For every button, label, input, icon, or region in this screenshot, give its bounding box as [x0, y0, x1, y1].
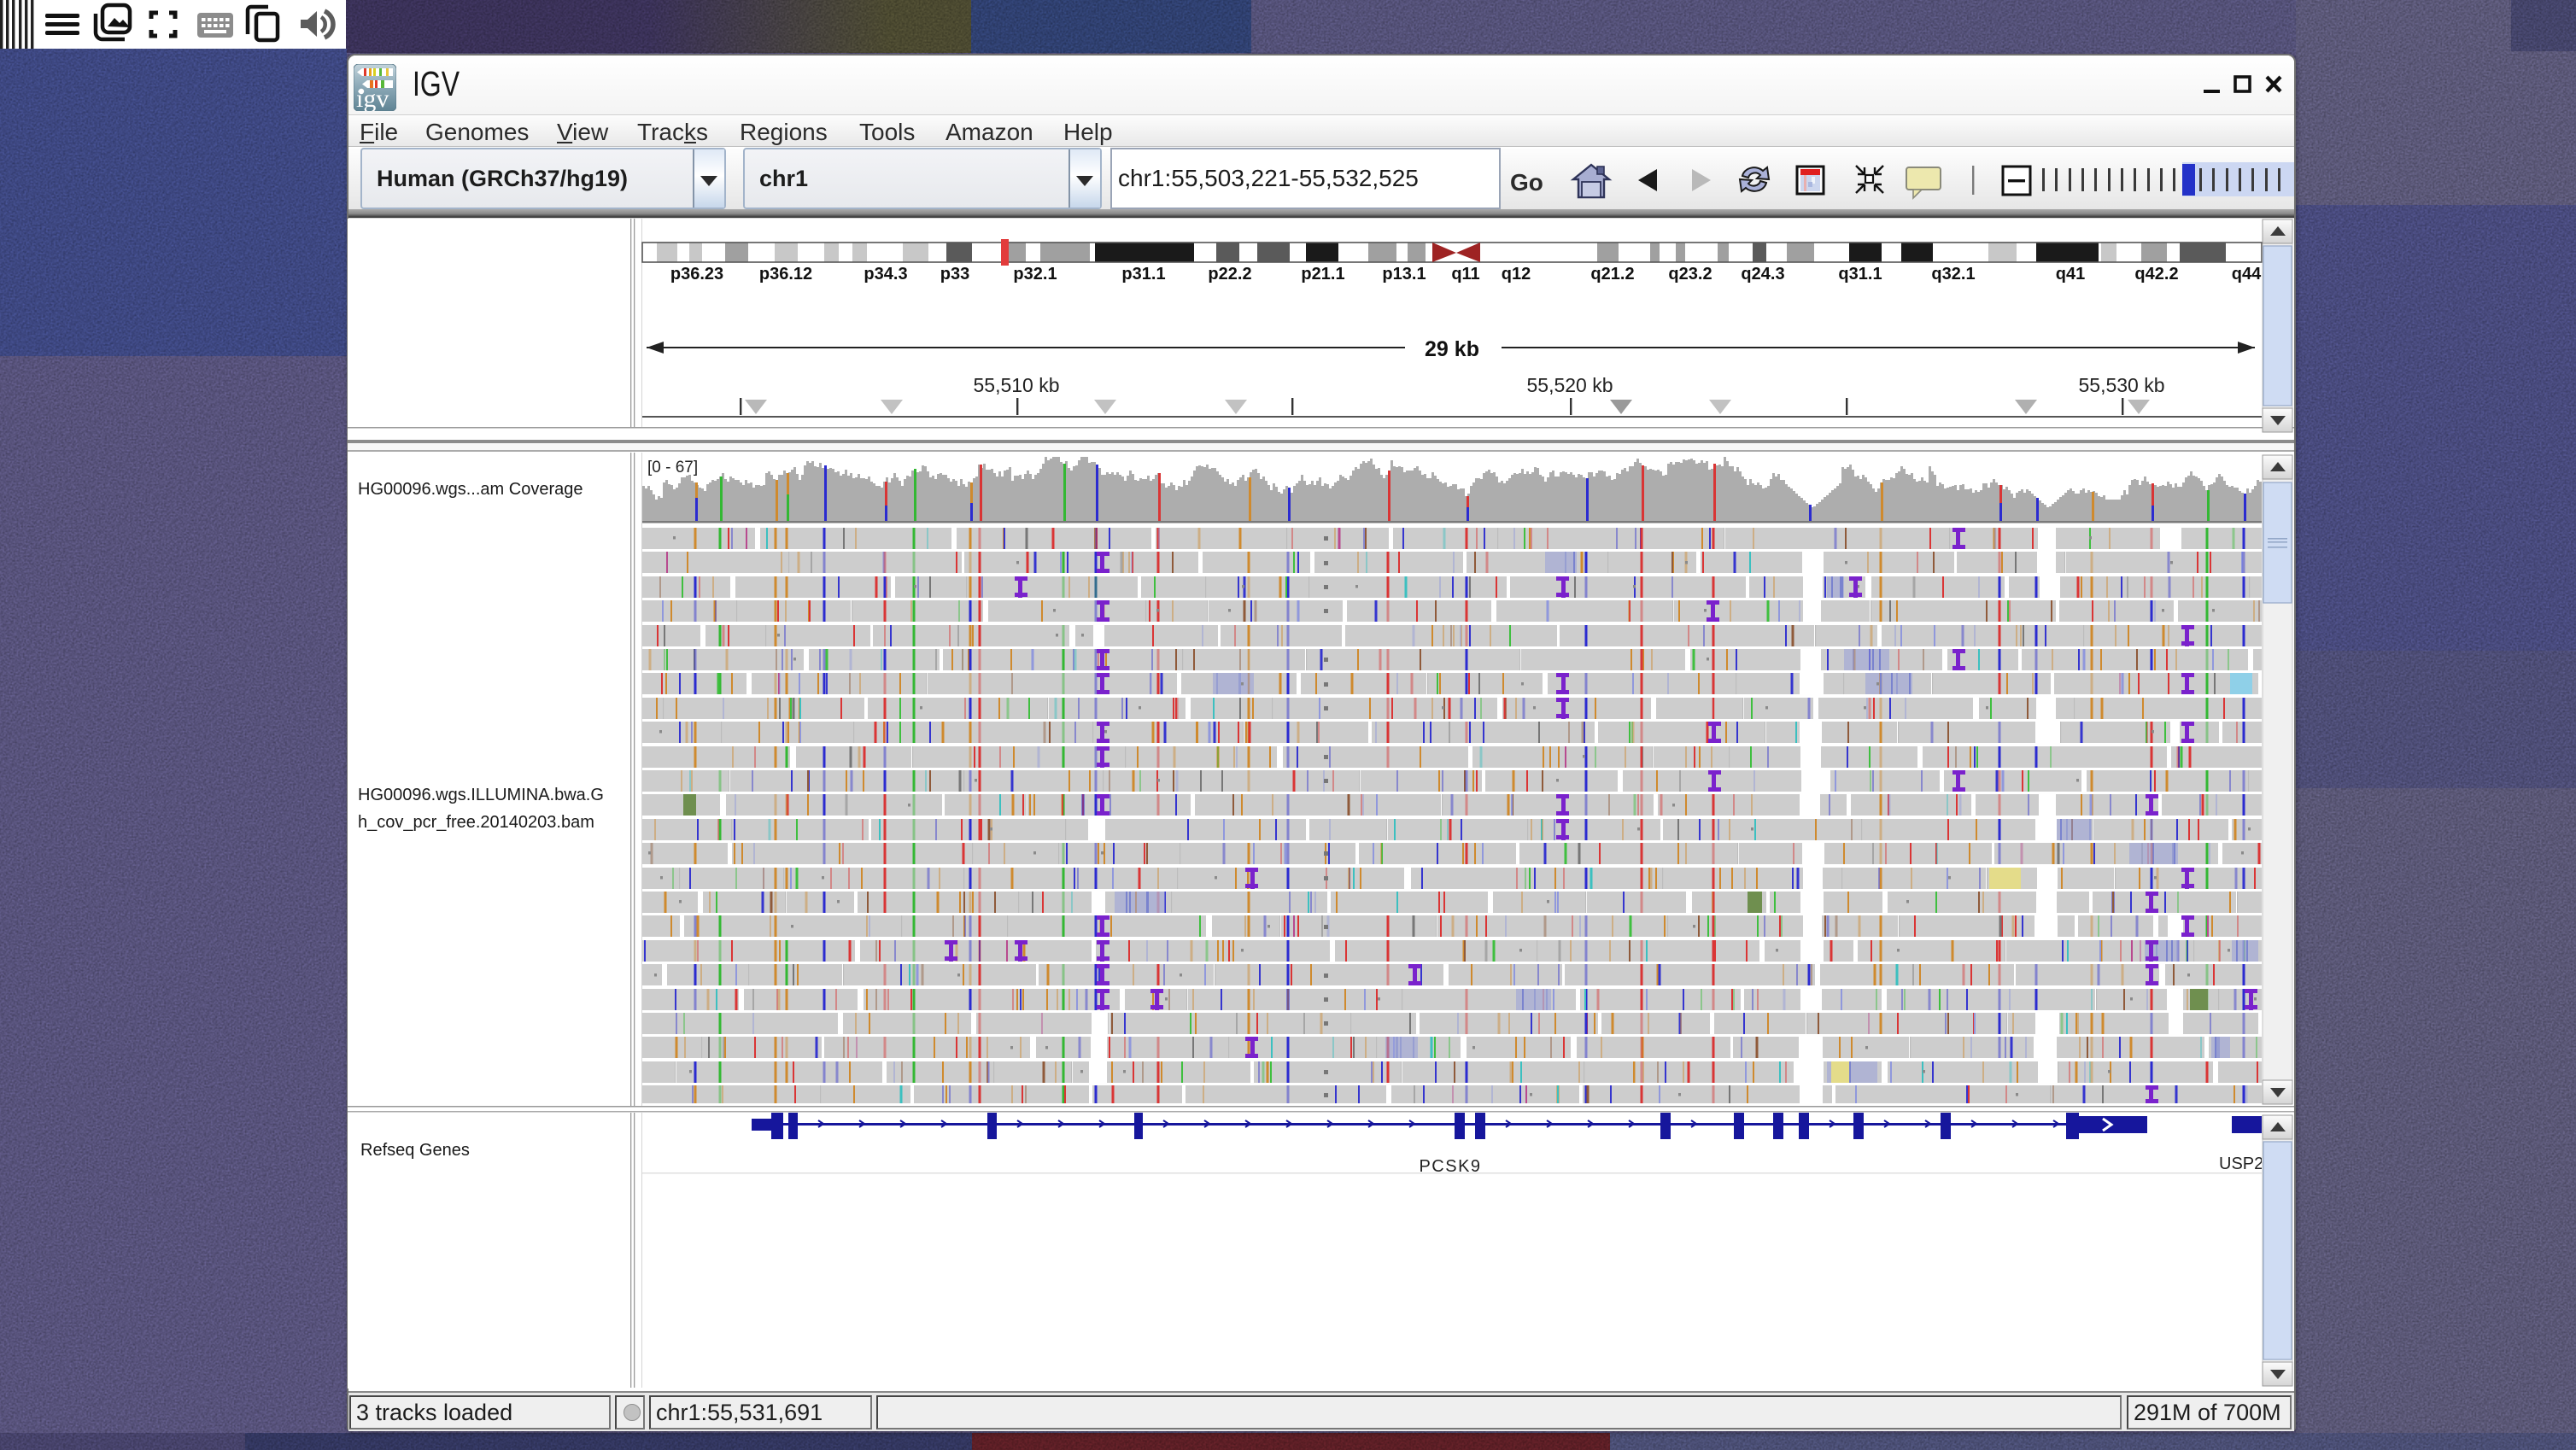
svg-text:q44: q44 — [2232, 265, 2262, 284]
svg-text:q24.3: q24.3 — [1741, 265, 1784, 284]
svg-text:h_cov_pcr_free.20140203.bam: h_cov_pcr_free.20140203.bam — [358, 813, 594, 832]
svg-text:p36.12: p36.12 — [759, 265, 812, 284]
svg-text:q31.1: q31.1 — [1838, 265, 1882, 284]
svg-text:p32.1: p32.1 — [1013, 265, 1057, 284]
svg-text:p22.2: p22.2 — [1208, 265, 1251, 284]
svg-text:q23.2: q23.2 — [1668, 265, 1712, 284]
svg-text:55,510 kb: 55,510 kb — [973, 374, 1059, 396]
svg-text:p13.1: p13.1 — [1382, 265, 1426, 284]
svg-text:HG00096.wgs...am Coverage: HG00096.wgs...am Coverage — [358, 480, 583, 499]
svg-text:p33: p33 — [940, 265, 969, 284]
svg-text:q32.1: q32.1 — [1931, 265, 1975, 284]
svg-text:p34.3: p34.3 — [864, 265, 907, 284]
svg-text:55,530 kb: 55,530 kb — [2078, 374, 2164, 396]
svg-text:[0 - 67]: [0 - 67] — [647, 459, 698, 477]
svg-text:55,520 kb: 55,520 kb — [1526, 374, 1613, 396]
svg-text:q12: q12 — [1502, 265, 1531, 284]
svg-text:q41: q41 — [2056, 265, 2085, 284]
svg-text:p21.1: p21.1 — [1301, 265, 1344, 284]
svg-text:p36.23: p36.23 — [670, 265, 723, 284]
svg-text:p31.1: p31.1 — [1121, 265, 1165, 284]
svg-text:Refseq Genes: Refseq Genes — [360, 1141, 470, 1160]
svg-text:q42.2: q42.2 — [2134, 265, 2178, 284]
svg-text:HG00096.wgs.ILLUMINA.bwa.G: HG00096.wgs.ILLUMINA.bwa.G — [358, 786, 604, 804]
svg-text:q21.2: q21.2 — [1590, 265, 1634, 284]
svg-text:q11: q11 — [1451, 265, 1479, 284]
svg-text:29 kb: 29 kb — [1425, 337, 1479, 361]
